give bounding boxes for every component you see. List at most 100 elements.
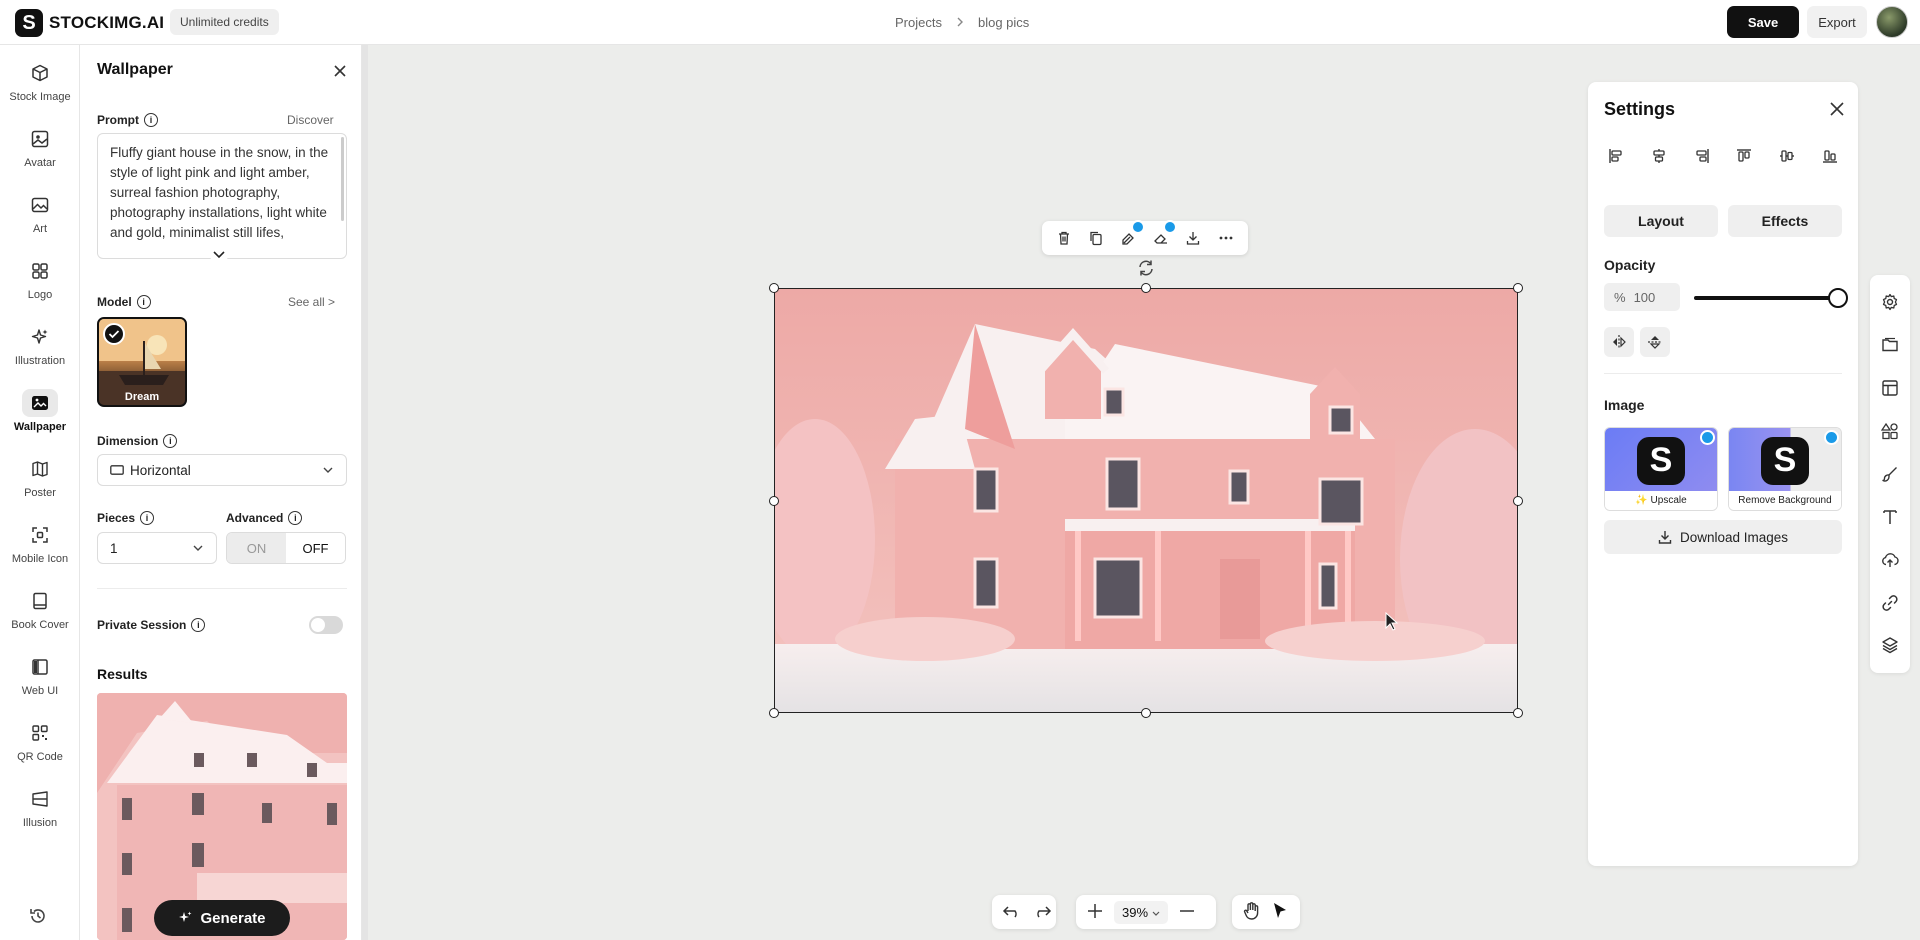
rail-item-book-cover[interactable]: Book Cover (0, 587, 80, 645)
cloud-upload-icon[interactable] (1878, 548, 1902, 572)
close-icon[interactable] (330, 61, 350, 81)
hand-icon[interactable] (1242, 901, 1262, 924)
rail-item-logo[interactable]: Logo (0, 257, 80, 315)
see-all-link[interactable]: See all > (288, 295, 335, 309)
duplicate-icon[interactable] (1084, 226, 1108, 250)
eraser-icon[interactable] (1149, 220, 1178, 250)
align-bottom-icon[interactable] (1816, 142, 1844, 170)
prompt-textarea[interactable]: Fluffy giant house in the snow, in the s… (97, 133, 347, 259)
redo-icon[interactable] (1032, 903, 1052, 922)
zoom-out-icon[interactable] (1178, 902, 1196, 923)
private-session-toggle[interactable] (309, 616, 343, 634)
magic-wand-icon[interactable] (1117, 220, 1145, 250)
prompt-scrollbar[interactable] (341, 137, 344, 221)
gear-icon[interactable] (1878, 290, 1902, 314)
align-top-icon[interactable] (1730, 142, 1758, 170)
template-icon[interactable] (1878, 376, 1902, 400)
settings-panel: Settings Layout Effects Opacity % 100 Im… (1588, 82, 1858, 866)
model-card-dream[interactable]: Dream (97, 317, 187, 407)
opacity-input[interactable]: % 100 (1604, 283, 1680, 311)
opacity-slider-handle[interactable] (1828, 288, 1848, 308)
resize-handle-top[interactable] (1141, 283, 1151, 293)
save-button[interactable]: Save (1727, 6, 1799, 38)
dimension-select[interactable]: Horizontal (97, 454, 347, 486)
remove-background-label: Remove Background (1729, 491, 1841, 510)
discover-link[interactable]: Discover (287, 113, 334, 127)
resize-handle-top-left[interactable] (769, 283, 779, 293)
link-icon[interactable] (1878, 591, 1902, 615)
resize-handle-bottom[interactable] (1141, 708, 1151, 718)
layers-icon[interactable] (1878, 633, 1902, 657)
brush-icon[interactable] (1878, 462, 1902, 486)
rail-item-label: Illusion (22, 817, 58, 829)
rail-item-mobile-icon[interactable]: Mobile Icon (0, 521, 80, 579)
rail-item-web-ui[interactable]: Web UI (0, 653, 80, 711)
rail-item-illusion[interactable]: Illusion (0, 785, 80, 843)
info-icon[interactable]: i (140, 511, 155, 525)
download-images-button[interactable]: Download Images (1604, 520, 1842, 554)
generate-label: Generate (200, 909, 266, 927)
credits-badge[interactable]: Unlimited credits (170, 9, 279, 35)
rail-item-qr-code[interactable]: QR Code (0, 719, 80, 777)
info-icon[interactable]: i (144, 113, 158, 127)
advanced-off-button[interactable]: OFF (286, 533, 345, 563)
resize-handle-left[interactable] (769, 496, 779, 506)
resize-handle-bottom-left[interactable] (769, 708, 779, 718)
shapes-icon[interactable] (1878, 419, 1902, 443)
info-icon[interactable]: i (191, 618, 206, 632)
rail-item-stock-image[interactable]: Stock Image (0, 59, 80, 117)
breadcrumb-projects[interactable]: Projects (895, 15, 942, 30)
trash-icon[interactable] (1052, 226, 1076, 250)
pieces-label: Pieces i (97, 511, 155, 525)
panel-scrollbar[interactable] (362, 45, 368, 940)
cube-icon (22, 59, 58, 87)
tab-layout[interactable]: Layout (1604, 205, 1718, 237)
rail-item-avatar[interactable]: Avatar (0, 125, 80, 183)
rail-item-wallpaper[interactable]: Wallpaper (0, 389, 80, 447)
book-icon (22, 587, 58, 615)
rail-item-label: Avatar (24, 157, 56, 169)
resize-handle-right[interactable] (1513, 496, 1523, 506)
info-icon[interactable]: i (163, 434, 178, 448)
info-icon[interactable]: i (136, 295, 151, 309)
text-icon[interactable] (1878, 505, 1902, 529)
align-left-icon[interactable] (1602, 142, 1630, 170)
advanced-on-button[interactable]: ON (227, 533, 286, 563)
breadcrumb-current[interactable]: blog pics (978, 15, 1029, 30)
align-center-vertical-icon[interactable] (1773, 142, 1801, 170)
export-button[interactable]: Export (1807, 6, 1867, 38)
zoom-level[interactable]: 39% (1114, 900, 1168, 924)
flip-horizontal-button[interactable] (1604, 327, 1634, 357)
history-icon[interactable] (28, 906, 48, 931)
pieces-select[interactable]: 1 (97, 532, 217, 564)
folder-icon[interactable] (1878, 333, 1902, 357)
info-icon[interactable]: i (288, 511, 303, 525)
download-icon[interactable] (1181, 226, 1205, 250)
canvas-image[interactable] (774, 288, 1518, 713)
undo-icon[interactable] (1002, 903, 1022, 922)
chevron-right-icon (956, 15, 964, 30)
flip-vertical-button[interactable] (1640, 327, 1670, 357)
pieces-value: 1 (110, 540, 118, 556)
cursor-select-icon[interactable] (1272, 902, 1288, 923)
more-icon[interactable] (1214, 226, 1238, 250)
resize-handle-top-right[interactable] (1513, 283, 1523, 293)
user-avatar[interactable] (1876, 6, 1908, 38)
chevron-down-icon[interactable] (210, 246, 228, 264)
generate-button[interactable]: Generate (154, 900, 290, 936)
pink-house-image (775, 289, 1517, 712)
rotate-icon[interactable] (1136, 258, 1156, 283)
close-icon[interactable] (1828, 100, 1846, 123)
remove-background-card[interactable]: S Remove Background (1728, 427, 1842, 511)
align-center-horizontal-icon[interactable] (1645, 142, 1673, 170)
align-right-icon[interactable] (1688, 142, 1716, 170)
rail-item-illustration[interactable]: Illustration (0, 323, 80, 381)
opacity-slider[interactable] (1694, 296, 1840, 300)
rail-item-art[interactable]: Art (0, 191, 80, 249)
zoom-in-icon[interactable] (1086, 902, 1104, 923)
upscale-card[interactable]: S ✨ Upscale (1604, 427, 1718, 511)
resize-handle-bottom-right[interactable] (1513, 708, 1523, 718)
rail-item-poster[interactable]: Poster (0, 455, 80, 513)
brand-logo[interactable]: S STOCKIMG.AI (15, 9, 164, 37)
tab-effects[interactable]: Effects (1728, 205, 1842, 237)
